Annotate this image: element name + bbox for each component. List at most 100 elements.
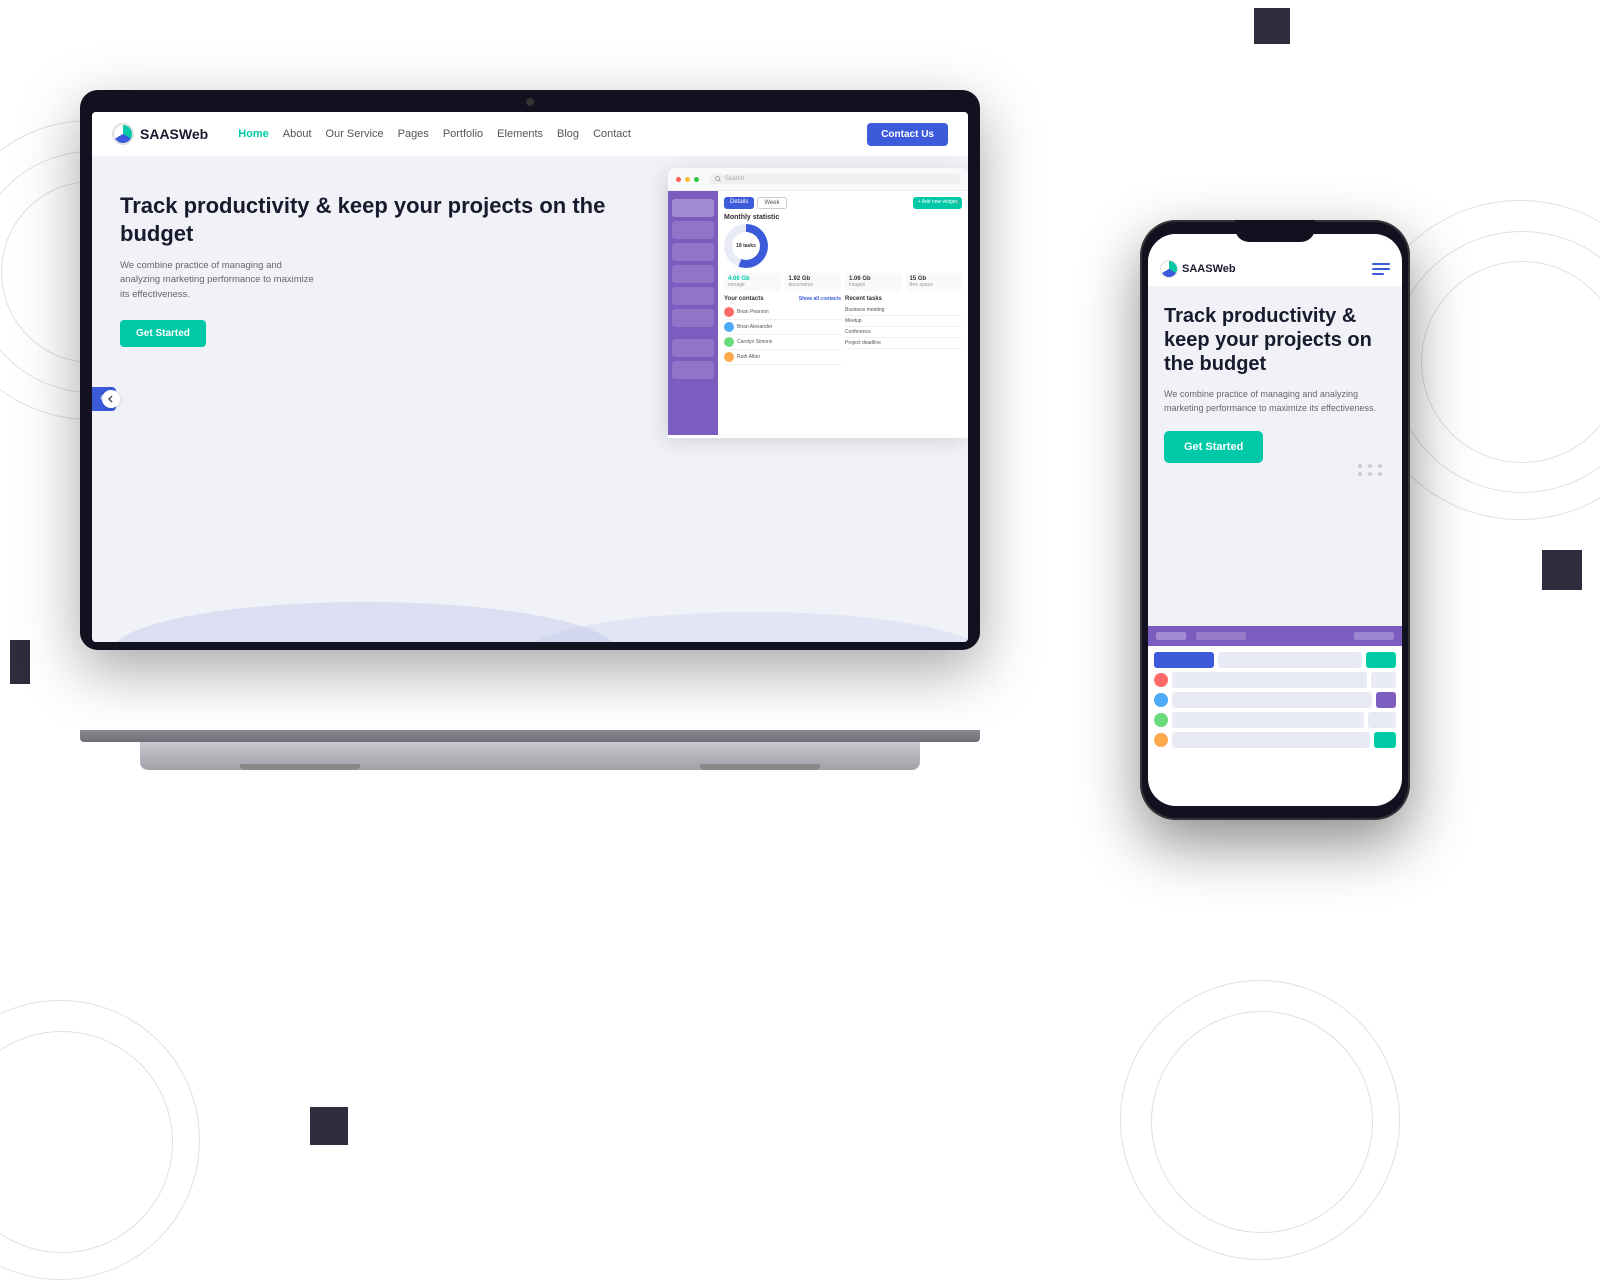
main-scene: SAASWeb Home About Our Service Pages Por… <box>0 0 1600 1200</box>
metric-free-space: 15 Gb free space <box>906 273 963 291</box>
phone-outer: SAASWeb Track productivity & keep your p… <box>1140 220 1410 820</box>
nav-pages[interactable]: Pages <box>398 128 429 140</box>
task-name-3: Conference <box>845 329 871 335</box>
phone-dash-row-2 <box>1154 672 1396 688</box>
phone-dash-block-9 <box>1368 712 1396 728</box>
nav-home[interactable]: Home <box>238 128 269 140</box>
show-all-contacts[interactable]: Show all contacts <box>799 296 841 302</box>
close-stats-btn[interactable]: × <box>956 200 960 207</box>
phone-dash-block-10 <box>1172 732 1370 748</box>
phone-dash-row-4 <box>1154 712 1396 728</box>
window-minimize-dot <box>685 177 690 182</box>
phone-logo-icon <box>1160 260 1178 278</box>
phone-hero-headline: Track productivity & keep your projects … <box>1164 304 1386 376</box>
phone-logo-text: SAASWeb <box>1182 263 1236 275</box>
dashboard-search[interactable]: Search <box>709 174 960 184</box>
window-close-dot <box>676 177 681 182</box>
tasks-count: 18 tasks <box>732 232 760 260</box>
avatar-1 <box>724 307 734 317</box>
hero-headline: Track productivity & keep your projects … <box>120 192 628 247</box>
phone-dash-avatar-1 <box>1154 673 1168 687</box>
phone-dash-block-3 <box>1366 652 1396 668</box>
contact-row-2: Brian Alexander <box>724 320 841 335</box>
site-navigation: SAASWeb Home About Our Service Pages Por… <box>92 112 968 156</box>
phone-dash-bar-header <box>1148 626 1402 646</box>
phone-dash-block-7 <box>1376 692 1396 708</box>
phone-device: SAASWeb Track productivity & keep your p… <box>1140 220 1410 820</box>
phone-hero-subtext: We combine practice of managing and anal… <box>1164 388 1386 415</box>
phone-dash-block-11 <box>1374 732 1396 748</box>
tab-details[interactable]: Details <box>724 197 754 209</box>
phone-get-started-button[interactable]: Get Started <box>1164 431 1263 463</box>
sidebar-more[interactable] <box>672 361 714 379</box>
menu-line-1 <box>1372 263 1390 265</box>
menu-line-3 <box>1372 273 1384 275</box>
contact-row-4: Ruth Alton <box>724 350 841 365</box>
sidebar-outputs[interactable] <box>672 287 714 305</box>
contact-name-3: Carolyn Simons <box>737 339 772 345</box>
window-maximize-dot <box>694 177 699 182</box>
nav-about[interactable]: About <box>283 128 312 140</box>
avatar-4 <box>724 352 734 362</box>
phone-dash-block-2 <box>1218 652 1362 668</box>
phone-dash-block-4 <box>1172 672 1367 688</box>
sidebar-support[interactable] <box>672 309 714 327</box>
metric-images: 1.06 Gb images <box>845 273 902 291</box>
monthly-bar-chart <box>772 224 788 268</box>
sidebar-tasks[interactable] <box>672 221 714 239</box>
phone-menu-icon[interactable] <box>1372 263 1390 275</box>
phone-dash-block-1 <box>1154 652 1214 668</box>
avatar-2 <box>724 322 734 332</box>
add-task-button[interactable]: + Add new widget <box>913 197 962 209</box>
get-started-button[interactable]: Get Started <box>120 320 206 347</box>
nav-elements[interactable]: Elements <box>497 128 543 140</box>
site-nav-links: Home About Our Service Pages Portfolio E… <box>238 128 631 140</box>
sidebar-events[interactable] <box>672 265 714 283</box>
sidebar-productivity[interactable] <box>672 243 714 261</box>
laptop-screen-content: SAASWeb Home About Our Service Pages Por… <box>92 112 968 642</box>
nav-contact[interactable]: Contact <box>593 128 631 140</box>
sidebar-reports[interactable] <box>672 339 714 357</box>
metric-storage: 4.06 Gb storage <box>724 273 781 291</box>
stats-content: 18 tasks <box>724 224 788 268</box>
phone-dash-header-bar3 <box>1354 632 1394 640</box>
dashboard-header: Search <box>668 168 968 191</box>
contact-us-button[interactable]: Contact Us <box>867 123 948 146</box>
nav-portfolio[interactable]: Portfolio <box>443 128 483 140</box>
avatar-3 <box>724 337 734 347</box>
nav-blog[interactable]: Blog <box>557 128 579 140</box>
laptop-foot-left <box>240 764 360 770</box>
contacts-table: Your contacts Show all contacts Brian Pe… <box>724 296 841 365</box>
task-row-1: Business meeting <box>845 305 962 316</box>
laptop-bezel: SAASWeb Home About Our Service Pages Por… <box>80 90 980 650</box>
search-icon <box>715 176 721 182</box>
contact-name-4: Ruth Alton <box>737 354 760 360</box>
task-row-2: Meetup <box>845 316 962 327</box>
phone-dash-header-bar2 <box>1196 632 1246 640</box>
phone-dash-avatar-4 <box>1154 733 1168 747</box>
phone-dash-content <box>1148 646 1402 754</box>
laptop-hinge <box>80 730 980 742</box>
phone-dash-block-5 <box>1371 672 1396 688</box>
laptop-foot-right <box>700 764 820 770</box>
tab-week[interactable]: Week <box>757 197 786 209</box>
hero-left-content: Track productivity & keep your projects … <box>92 156 648 642</box>
phone-logo: SAASWeb <box>1160 260 1236 278</box>
logo-text: SAASWeb <box>140 126 208 142</box>
sidebar-overview[interactable] <box>672 199 714 217</box>
site-logo: SAASWeb <box>112 123 208 145</box>
prev-arrow[interactable] <box>102 390 120 408</box>
phone-dash-row-1 <box>1154 652 1396 668</box>
task-row-3: Conference <box>845 327 962 338</box>
monthly-stats-title: Monthly statistic <box>724 214 962 221</box>
nav-our-service[interactable]: Our Service <box>326 128 384 140</box>
dashboard-body: Details Week + Add new widget Monthly st… <box>668 191 968 435</box>
task-name-4: Project deadline <box>845 340 881 346</box>
tasks-table-title: Recent tasks <box>845 296 962 302</box>
contact-name-1: Brian Pearson <box>737 309 769 315</box>
tasks-donut-chart: 18 tasks <box>724 224 768 268</box>
logo-icon <box>112 123 134 145</box>
phone-dash-avatar-3 <box>1154 713 1168 727</box>
task-name-2: Meetup <box>845 318 862 324</box>
phone-dash-block-6 <box>1172 692 1372 708</box>
